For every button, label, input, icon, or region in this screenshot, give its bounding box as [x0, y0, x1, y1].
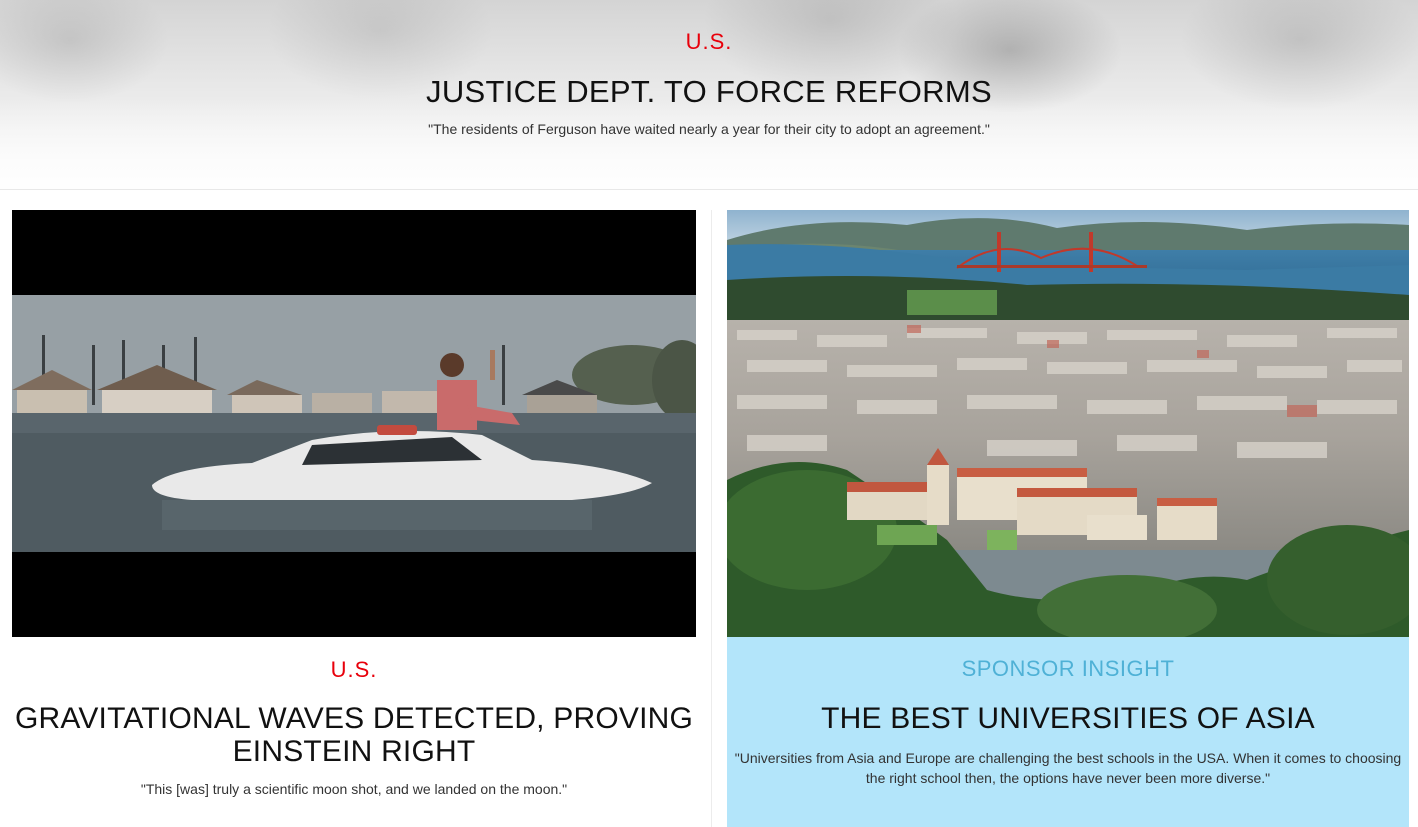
article-image-aerial-campus[interactable] [727, 210, 1409, 637]
article-headline[interactable]: GRAVITATIONAL WAVES DETECTED, PROVING EI… [12, 702, 696, 768]
hero-banner[interactable]: U.S. JUSTICE DEPT. TO FORCE REFORMS "The… [0, 0, 1418, 189]
hero-category-label[interactable]: U.S. [0, 29, 1418, 55]
column-divider [711, 210, 712, 827]
article-quote: "Universities from Asia and Europe are c… [734, 750, 1402, 786]
hero-quote: "The residents of Ferguson have waited n… [428, 121, 990, 137]
section-divider [0, 189, 1418, 190]
article-image-flooded-street[interactable] [12, 210, 696, 637]
article-quote: "This [was] truly a scientific moon shot… [140, 781, 568, 797]
sponsored-article-card[interactable]: SPONSOR INSIGHT THE BEST UNIVERSITIES OF… [727, 210, 1409, 827]
hero-headline[interactable]: JUSTICE DEPT. TO FORCE REFORMS [0, 74, 1418, 110]
article-category-label[interactable]: U.S. [12, 657, 696, 683]
article-headline[interactable]: THE BEST UNIVERSITIES OF ASIA [727, 702, 1409, 736]
sponsor-insight-label[interactable]: SPONSOR INSIGHT [727, 656, 1409, 682]
